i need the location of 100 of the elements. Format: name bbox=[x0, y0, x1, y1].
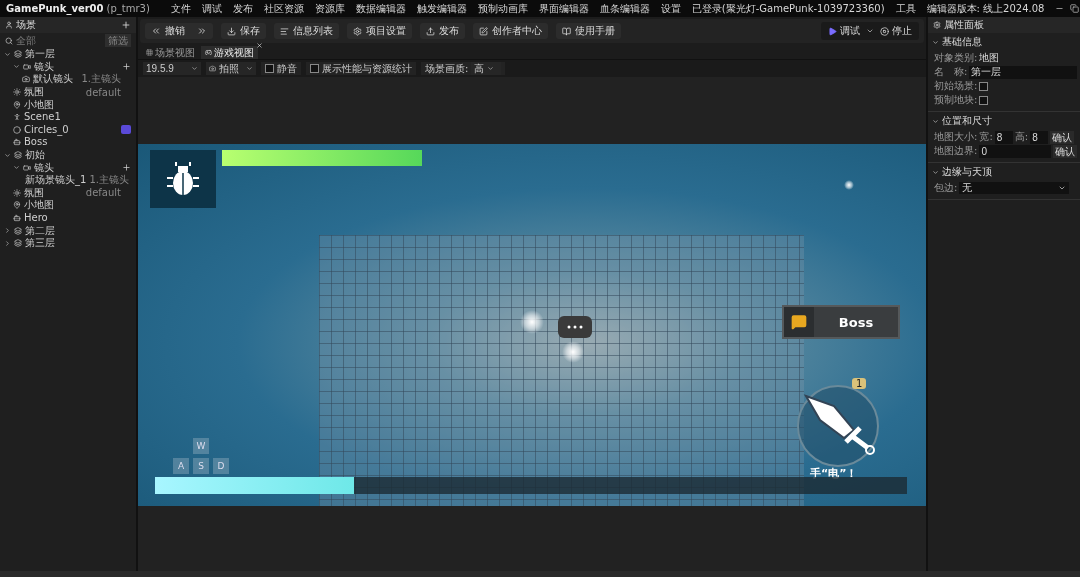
collapse-icon[interactable] bbox=[4, 239, 11, 247]
search-field[interactable]: 全部 bbox=[16, 35, 102, 46]
menu-item[interactable]: 已登录(聚光灯-GamePunk-1039723360) bbox=[691, 1, 885, 16]
menu-item[interactable]: 发布 bbox=[232, 1, 253, 16]
toolbar-button[interactable]: 创作者中心 bbox=[473, 23, 548, 39]
field-label: 预制地块: bbox=[934, 93, 978, 107]
debug-button[interactable]: 调试 bbox=[826, 24, 862, 38]
tree-item-value: default bbox=[85, 86, 121, 98]
field-label: 地图大小: bbox=[934, 130, 978, 144]
menu-item[interactable]: 设置 bbox=[660, 1, 681, 16]
menu-item[interactable]: 预制动画库 bbox=[477, 1, 528, 16]
width-input[interactable]: 8 bbox=[994, 130, 1013, 144]
toolbar-button[interactable]: 使用手册 bbox=[556, 23, 621, 39]
menu-item[interactable]: 调试 bbox=[201, 1, 222, 16]
expand-icon[interactable] bbox=[932, 168, 939, 176]
toolbar-button[interactable]: 保存 bbox=[221, 23, 266, 39]
tree-item[interactable]: Scene1 bbox=[0, 110, 136, 124]
height-input[interactable]: 8 bbox=[1030, 130, 1049, 144]
menu-item[interactable]: 界面编辑器 bbox=[538, 1, 589, 16]
settings-icon bbox=[353, 26, 362, 36]
view-tab[interactable]: 场景视图 bbox=[142, 46, 199, 59]
tree-item[interactable]: 新场景镜头_1 1.主镜头 bbox=[0, 173, 136, 187]
layer-icon bbox=[14, 226, 22, 235]
bounds-input[interactable]: 0 bbox=[979, 144, 1051, 158]
checkbox[interactable] bbox=[979, 81, 989, 91]
toolbar-button[interactable]: 项目设置 bbox=[347, 23, 412, 39]
publish-icon bbox=[426, 26, 435, 36]
play-icon bbox=[828, 26, 837, 36]
tree-item[interactable]: Hero bbox=[0, 211, 136, 225]
panel-title: 属性面板 bbox=[944, 18, 984, 32]
field-label: 包边: bbox=[934, 181, 958, 195]
restore-icon[interactable] bbox=[1070, 4, 1080, 13]
key-hint: D bbox=[213, 458, 229, 474]
key-hint: A bbox=[173, 458, 189, 474]
tree-item[interactable]: 第一层 bbox=[0, 48, 136, 61]
tree-item[interactable]: 第二层 bbox=[0, 224, 136, 237]
tree-item[interactable]: 镜头 bbox=[0, 60, 136, 74]
layer-icon bbox=[14, 151, 22, 160]
add-icon[interactable] bbox=[122, 62, 131, 72]
stop-button[interactable]: 停止 bbox=[878, 24, 914, 38]
tree-item[interactable]: 镜头 bbox=[0, 161, 136, 174]
checkbox[interactable] bbox=[265, 64, 274, 73]
menu-item[interactable]: 社区资源 bbox=[263, 1, 304, 16]
tree-item[interactable]: 默认镜头 1.主镜头 bbox=[0, 73, 136, 86]
edge-select[interactable]: 无 bbox=[959, 182, 1069, 194]
add-icon[interactable] bbox=[122, 163, 131, 173]
expand-icon[interactable] bbox=[4, 151, 11, 159]
toolbar-button[interactable]: 发布 bbox=[420, 23, 465, 39]
project-name: (p_tmr3) bbox=[106, 3, 150, 14]
tree-item[interactable]: 小地图 bbox=[0, 199, 136, 212]
menu-item[interactable]: 数据编辑器 bbox=[355, 1, 406, 16]
skill-name: 手“电”！ bbox=[810, 466, 858, 481]
menu-item[interactable]: 文件 bbox=[170, 1, 191, 16]
name-input[interactable]: 第一层 bbox=[969, 65, 1077, 79]
tree-item[interactable]: 初始 bbox=[0, 148, 136, 162]
menu-item[interactable]: 资源库 bbox=[314, 1, 345, 16]
camera-icon bbox=[23, 62, 31, 71]
app-title: GamePunk_ver00 bbox=[6, 3, 104, 14]
tree-item[interactable]: Circles_0 bbox=[0, 123, 136, 137]
search-icon bbox=[5, 36, 13, 45]
confirm-button[interactable]: 确认 bbox=[1053, 144, 1077, 158]
tree-item[interactable]: Boss bbox=[0, 136, 136, 149]
caret-icon[interactable] bbox=[866, 27, 874, 35]
skill-count: 1 bbox=[852, 378, 867, 389]
expand-icon[interactable] bbox=[13, 63, 20, 71]
version-select[interactable]: 19.5.9 bbox=[143, 62, 201, 75]
close-icon[interactable] bbox=[256, 42, 263, 49]
checkbox-label: 展示性能与资源统计 bbox=[322, 61, 412, 76]
expand-icon[interactable] bbox=[13, 164, 20, 172]
boss-name: Boss bbox=[837, 314, 875, 330]
section-title: 边缘与天顶 bbox=[942, 165, 992, 179]
menu-item[interactable]: 工具 bbox=[895, 1, 916, 16]
caret-icon bbox=[1058, 184, 1066, 192]
filter-button[interactable]: 筛选 bbox=[105, 34, 131, 47]
menu-item[interactable]: 血条编辑器 bbox=[599, 1, 650, 16]
menu-item[interactable]: 编辑器版本: 线上2024.08 bbox=[926, 1, 1045, 16]
list-icon bbox=[280, 26, 289, 36]
toolbar-button[interactable]: 信息列表 bbox=[274, 23, 339, 39]
expand-icon[interactable] bbox=[932, 117, 939, 125]
layer-icon bbox=[14, 50, 22, 59]
tree-item[interactable]: 氛围 default bbox=[0, 186, 136, 200]
checkbox[interactable] bbox=[979, 95, 989, 105]
expand-icon[interactable] bbox=[932, 38, 939, 46]
tree-item[interactable]: 小地图 bbox=[0, 98, 136, 111]
circle-icon bbox=[13, 125, 21, 134]
menu-item[interactable]: 触发编辑器 bbox=[416, 1, 467, 16]
add-icon[interactable] bbox=[121, 20, 131, 30]
undo-button[interactable]: 撤销 bbox=[145, 23, 213, 39]
creator-icon bbox=[479, 26, 488, 36]
field-label: 宽: bbox=[979, 130, 993, 144]
confirm-button[interactable]: 确认 bbox=[1050, 130, 1075, 144]
snapshot-select[interactable]: 拍照 bbox=[206, 62, 256, 75]
expand-icon[interactable] bbox=[4, 50, 11, 58]
person-icon bbox=[5, 21, 13, 29]
collapse-icon[interactable] bbox=[4, 227, 11, 235]
tree-item[interactable]: 第三层 bbox=[0, 236, 136, 250]
redo-icon[interactable] bbox=[197, 26, 207, 36]
quality-label: 场景画质: bbox=[425, 61, 469, 76]
checkbox[interactable] bbox=[310, 64, 319, 73]
tree-item[interactable]: 氛围 default bbox=[0, 85, 136, 99]
